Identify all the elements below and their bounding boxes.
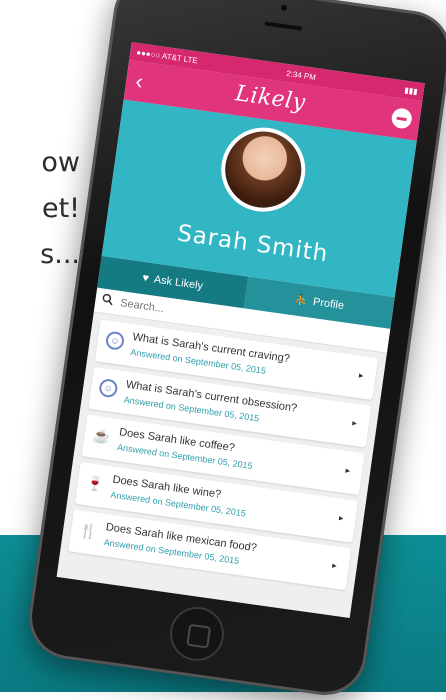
chevron-right-icon: ▸ bbox=[358, 370, 365, 381]
search-icon bbox=[100, 291, 114, 310]
tab-profile-label: Profile bbox=[312, 295, 345, 313]
chevron-right-icon: ▸ bbox=[345, 465, 351, 476]
person-icon: ⛹ bbox=[293, 293, 309, 308]
tab-ask-likely-label: Ask Likely bbox=[153, 273, 204, 293]
chevron-right-icon: ▸ bbox=[331, 560, 338, 571]
question-list: ☺ What is Sarah's current craving? Answe… bbox=[59, 312, 387, 603]
battery-icon: ▮▮▮ bbox=[403, 85, 419, 96]
menu-button[interactable] bbox=[390, 107, 414, 130]
back-button[interactable]: ‹ bbox=[124, 60, 155, 103]
bg-line-1: ow bbox=[41, 147, 80, 178]
app-logo: Likely bbox=[233, 81, 308, 116]
avatar bbox=[220, 126, 307, 213]
chevron-right-icon: ▸ bbox=[351, 417, 358, 429]
minus-circle-icon bbox=[396, 116, 407, 121]
bg-line-3: s... bbox=[40, 239, 80, 270]
smile-icon: ☺ bbox=[98, 378, 119, 399]
fork-icon: 🍴 bbox=[78, 521, 99, 540]
coffee-icon: ☕ bbox=[91, 426, 112, 445]
background-text: ow et! s... bbox=[0, 140, 80, 278]
status-time: 2:34 PM bbox=[285, 68, 317, 82]
chevron-right-icon: ▸ bbox=[338, 512, 345, 524]
heart-icon: ♥ bbox=[141, 271, 150, 285]
smile-icon: ☺ bbox=[104, 330, 126, 351]
wine-icon: 🍷 bbox=[85, 473, 105, 492]
chevron-left-icon: ‹ bbox=[133, 68, 145, 94]
bg-line-2: et! bbox=[41, 193, 80, 224]
